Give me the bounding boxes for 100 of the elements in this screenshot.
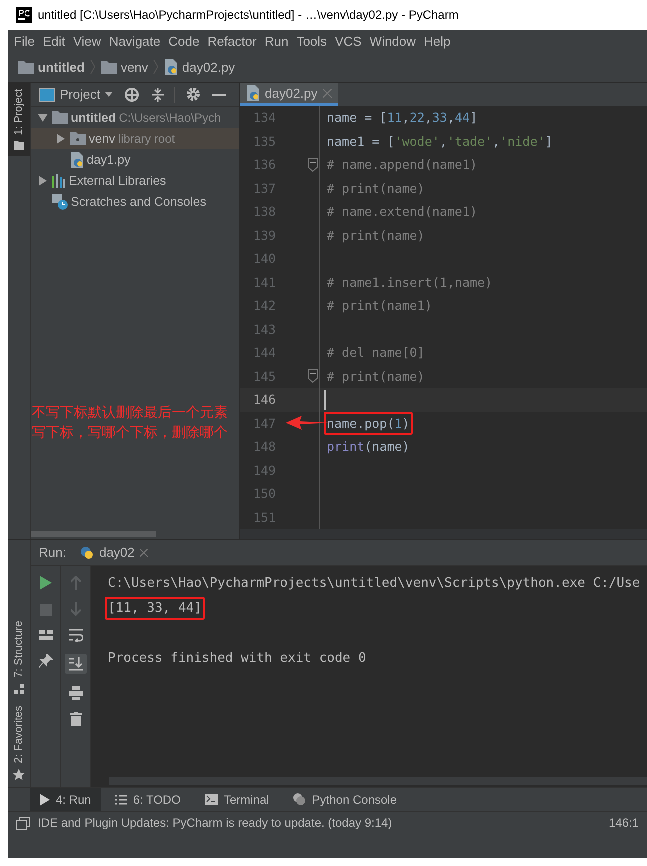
console-output-line: Process finished with exit code 0 <box>107 650 368 668</box>
window-title: untitled [C:\Users\Hao\PycharmProjects\untitled] - …\venv\day02.py - PyCharm <box>38 8 459 22</box>
window-icon[interactable] <box>16 816 30 830</box>
panel-icon <box>39 88 55 102</box>
layout-icon[interactable] <box>38 630 52 640</box>
menu-item[interactable]: Help <box>424 34 451 48</box>
line-number: 150 <box>252 486 276 502</box>
folder-icon <box>52 111 68 124</box>
scrollbar[interactable] <box>240 529 647 539</box>
chevron-icon <box>153 59 160 75</box>
app-logo-icon <box>16 7 32 23</box>
tool-window-tab[interactable]: Terminal <box>194 788 280 811</box>
folder-icon <box>70 132 86 145</box>
pin-icon[interactable] <box>38 654 52 668</box>
line-number: 136 <box>252 157 276 172</box>
tool-window-tab[interactable]: Python Console <box>283 788 408 811</box>
breadcrumb[interactable]: day02.py <box>182 60 236 74</box>
tool-window-tab[interactable]: 1: Project <box>8 83 30 156</box>
code-line: name1 = ['wode','tade','nide'] <box>326 132 554 151</box>
tree-item[interactable]: untitled C:\Users\Hao\Pych <box>31 107 239 128</box>
tool-window-tab[interactable]: 7: Structure <box>8 614 30 700</box>
text-cursor <box>324 390 326 410</box>
panel-title: Run: <box>39 545 66 560</box>
breadcrumb[interactable]: venv <box>120 60 148 74</box>
annotation-text: 不写下标默认删除最后一个元素 <box>32 404 228 423</box>
status-message[interactable]: IDE and Plugin Updates: PyCharm is ready to update. (today 9:14) <box>38 816 392 830</box>
tree-item[interactable]: Scratches and Consoles <box>31 191 239 212</box>
tool-window-tab[interactable]: 4: Run <box>30 788 102 811</box>
chevron-icon <box>90 59 96 75</box>
line-number: 142 <box>252 298 276 314</box>
line-number: 141 <box>252 274 276 290</box>
line-number: 146 <box>252 392 276 408</box>
code-line: # print(name) <box>326 226 426 245</box>
expanded-arrow-icon[interactable] <box>38 114 48 122</box>
crosshair-icon[interactable] <box>124 86 140 102</box>
line-number: 147 <box>252 416 276 431</box>
list-icon <box>115 794 128 804</box>
fold-marker-icon[interactable] <box>308 158 318 172</box>
code-line: # name1.insert(1,name) <box>326 274 494 292</box>
code-line: name = [11,22,33,44] <box>326 109 479 128</box>
line-number: 137 <box>252 180 276 196</box>
tree-item-hint: library root <box>118 132 176 146</box>
annotation-text: 写下标，写哪个下标，删除哪个 <box>32 424 228 443</box>
structure-icon <box>14 684 24 694</box>
python-file-icon <box>246 85 260 101</box>
menu-item[interactable]: Window <box>370 34 416 48</box>
folder-icon <box>100 60 117 74</box>
line-number: 144 <box>252 345 276 360</box>
python-file-icon <box>70 152 84 168</box>
print-icon[interactable] <box>68 686 82 700</box>
trash-icon[interactable] <box>70 712 82 726</box>
tree-item[interactable]: day1.py <box>31 149 239 170</box>
folder-icon <box>14 141 24 150</box>
panel-title[interactable]: Project <box>60 87 100 102</box>
line-number: 151 <box>252 510 276 525</box>
line-number: 148 <box>252 439 276 454</box>
tool-window-tab[interactable]: 2: Favorites <box>8 700 30 787</box>
scroll-to-end-button[interactable] <box>64 654 86 674</box>
star-icon <box>13 769 25 781</box>
line-number: 143 <box>252 322 276 337</box>
python-file-icon <box>164 59 178 75</box>
caret-position[interactable]: 146:1 <box>608 816 639 830</box>
collapsed-arrow-icon[interactable] <box>39 176 47 186</box>
fold-marker-icon[interactable] <box>308 369 318 384</box>
code-line: # print(name) <box>326 180 426 198</box>
line-number: 139 <box>252 228 276 243</box>
scrollbar[interactable] <box>31 531 156 537</box>
python-icon <box>293 793 306 806</box>
run-icon <box>40 794 50 806</box>
tree-item[interactable]: venv library root <box>31 128 239 149</box>
dropdown-icon[interactable] <box>105 92 114 97</box>
collapse-icon[interactable] <box>151 88 166 102</box>
folder-icon <box>18 60 34 74</box>
tree-item-hint: C:\Users\Hao\Pych <box>119 110 222 124</box>
menu-item[interactable]: Edit <box>42 34 66 48</box>
settings-icon[interactable] <box>186 87 202 102</box>
minimize-icon[interactable] <box>212 94 226 96</box>
code-line: # print(name1) <box>326 297 434 316</box>
collapsed-arrow-icon[interactable] <box>57 134 65 144</box>
line-number: 149 <box>252 462 276 478</box>
menu-item[interactable]: Tools <box>296 34 328 48</box>
run-tab[interactable]: day02 <box>80 545 148 560</box>
breadcrumb[interactable]: untitled <box>38 60 85 74</box>
code-line: # name.append(name1) <box>326 156 479 174</box>
code-line: print(name) <box>326 438 411 456</box>
menu-item[interactable]: File <box>14 34 35 48</box>
menu-item[interactable]: VCS <box>335 34 362 48</box>
menu-item[interactable]: Code <box>168 34 200 48</box>
tool-window-tab[interactable]: 6: TODO <box>105 788 191 811</box>
terminal-icon <box>204 794 218 805</box>
code-line: # print(name) <box>326 368 426 386</box>
menu-item[interactable]: Navigate <box>109 34 161 48</box>
menu-item[interactable]: View <box>73 34 102 48</box>
editor-tab[interactable]: day02.py <box>240 83 338 106</box>
menu-item[interactable]: Refactor <box>208 34 257 48</box>
tree-item[interactable]: External Libraries <box>31 170 239 191</box>
wrap-icon[interactable] <box>68 628 82 642</box>
run-icon[interactable] <box>40 576 52 590</box>
menu-item[interactable]: Run <box>264 34 289 48</box>
code-line: # name.extend(name1) <box>326 203 479 222</box>
